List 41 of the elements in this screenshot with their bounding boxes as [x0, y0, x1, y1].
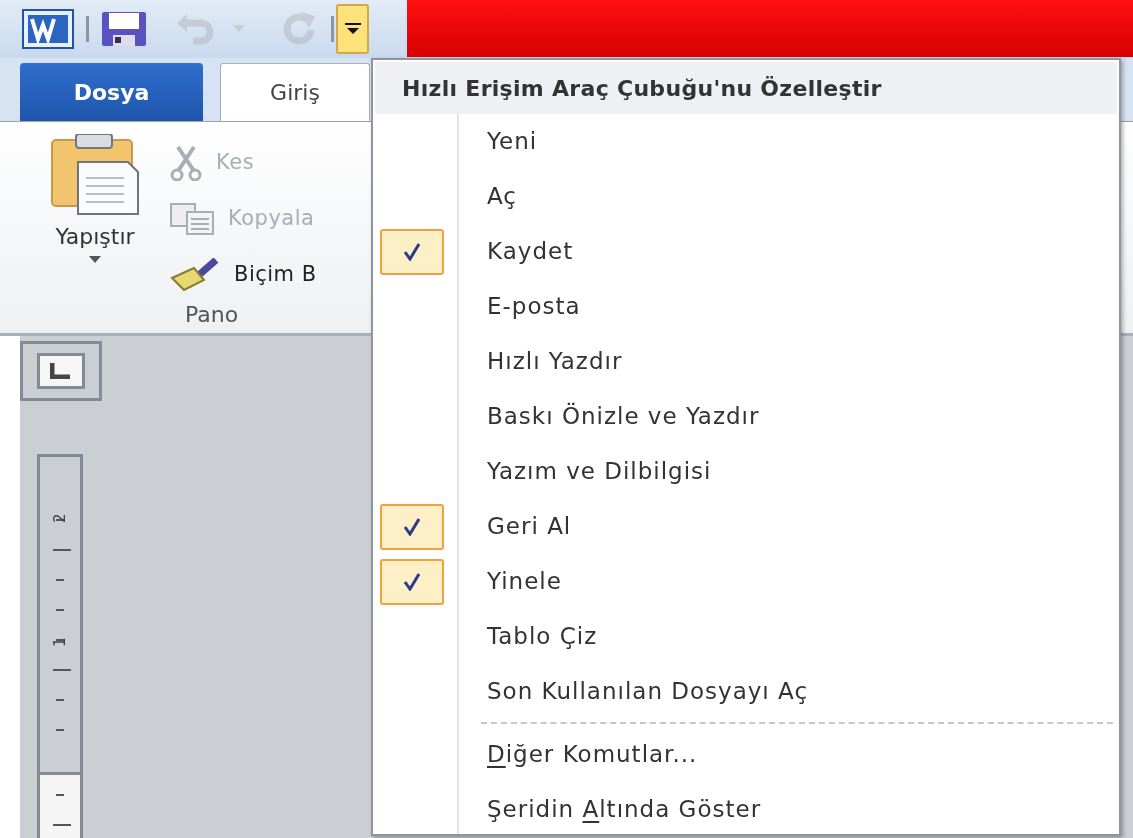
menu-item[interactable]: Yeni	[487, 124, 538, 159]
word-app-button[interactable]	[22, 9, 74, 49]
menu-item[interactable]: Tablo Çiz	[487, 619, 598, 654]
customize-toolbar-button[interactable]	[336, 4, 369, 54]
caret-icon	[89, 256, 101, 263]
undo-icon	[175, 13, 215, 45]
menu-item[interactable]: Geri Al	[487, 509, 572, 544]
menu-item[interactable]: Şeridin Altında Göster	[487, 792, 762, 827]
save-button[interactable]	[101, 11, 147, 47]
ribbon-command-button[interactable]: Biçim B	[170, 252, 317, 298]
word-icon	[22, 9, 74, 49]
menu-item[interactable]: Son Kullanılan Dosyayı Aç	[487, 674, 809, 709]
ruler-number: 2	[49, 512, 70, 526]
copy-icon	[170, 203, 214, 235]
ribbon-tab[interactable]: Dosya	[20, 63, 203, 121]
left-tab-icon	[50, 363, 72, 379]
menu-item[interactable]: Aç	[487, 179, 517, 214]
menu-item[interactable]: Yazım ve Dilbilgisi	[487, 454, 712, 489]
caret-icon	[233, 25, 245, 33]
menu-item[interactable]: Yinele	[487, 564, 562, 599]
scissors-icon	[170, 145, 202, 181]
checkmark-icon	[403, 517, 421, 536]
paintbrush-icon	[170, 258, 220, 292]
checkmark-icon	[403, 242, 421, 261]
menu-item[interactable]: Kaydet	[487, 234, 574, 269]
checkbox[interactable]	[380, 503, 444, 550]
checkmark-icon	[403, 572, 421, 591]
dropdown-icon	[344, 23, 361, 35]
menu-item[interactable]: Hızlı Yazdır	[487, 344, 623, 379]
group-label: Pano	[185, 301, 239, 329]
paste-button[interactable]: Yapıştır	[55, 226, 135, 263]
menu-item[interactable]: Diğer Komutlar...	[487, 737, 698, 772]
clipboard-icon	[50, 134, 140, 216]
menu-item[interactable]: E-posta	[487, 289, 581, 324]
menu-item[interactable]: Baskı Önizle ve Yazdır	[487, 399, 760, 434]
ruler-number: 1	[49, 636, 70, 650]
ribbon-tab[interactable]: Giriş	[220, 63, 370, 121]
tab-selector[interactable]	[20, 341, 102, 401]
menu-title: Hızlı Erişim Araç Çubuğu'nu Özelleştir	[375, 62, 1117, 114]
checkbox[interactable]	[380, 558, 444, 605]
checkbox[interactable]	[380, 228, 444, 275]
